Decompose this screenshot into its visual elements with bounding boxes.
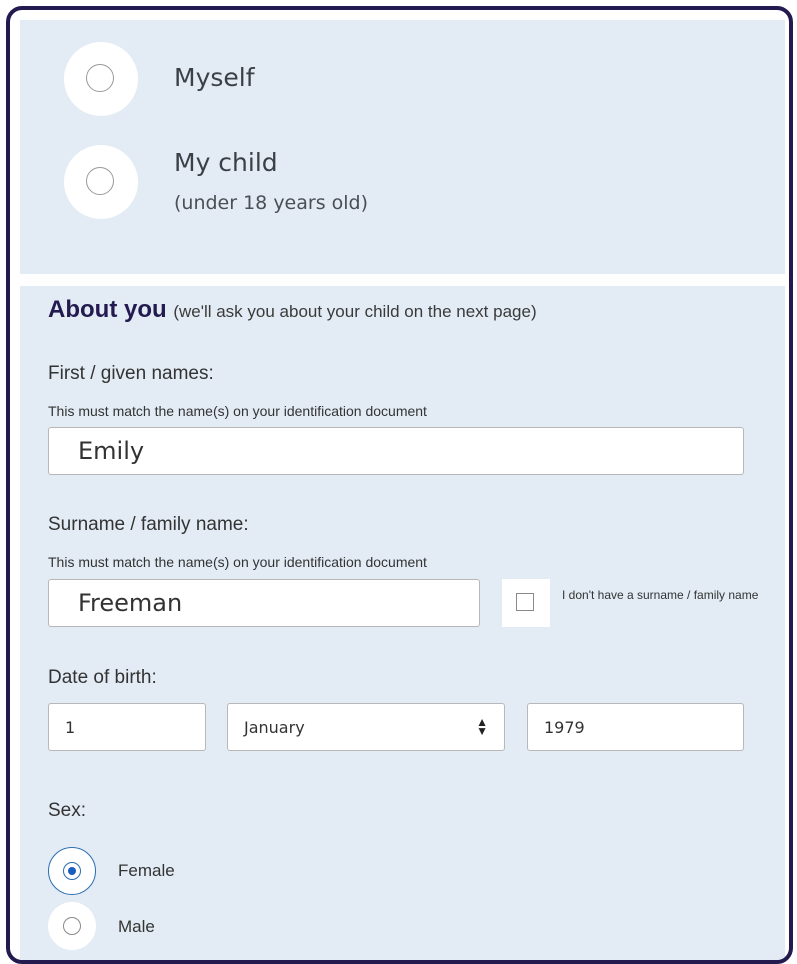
radio-female[interactable]: [48, 847, 96, 895]
female-label: Female: [118, 861, 175, 880]
select-updown-icon: ▲ ▼: [476, 715, 488, 738]
radio-my-child[interactable]: [64, 145, 138, 219]
surname-hint: This must match the name(s) on your iden…: [48, 554, 427, 570]
dob-day-value: 1: [65, 718, 76, 737]
first-name-hint: This must match the name(s) on your iden…: [48, 403, 427, 419]
section-title: About you (we'll ask you about your chil…: [48, 296, 537, 324]
male-label: Male: [118, 917, 155, 936]
radio-ring-icon: [86, 64, 114, 92]
no-surname-checkbox-area[interactable]: [502, 579, 550, 627]
first-name-label: First / given names:: [48, 363, 214, 384]
option-my-child-label: My child: [174, 148, 278, 177]
radio-male[interactable]: [48, 902, 96, 950]
radio-selected-icon: [63, 862, 81, 880]
radio-myself[interactable]: [64, 42, 138, 116]
first-name-value: Emily: [78, 437, 145, 465]
about-you-note: (we'll ask you about your child on the n…: [173, 302, 537, 321]
applicant-choice-panel: Myself My child (under 18 years old): [20, 20, 785, 274]
surname-input[interactable]: Freeman: [48, 579, 480, 627]
dob-day-input[interactable]: 1: [48, 703, 206, 751]
option-myself-label: Myself: [174, 63, 255, 92]
surname-label: Surname / family name:: [48, 514, 249, 535]
dob-label: Date of birth:: [48, 667, 157, 688]
no-surname-label: I don't have a surname / family name: [562, 588, 759, 602]
dob-year-input[interactable]: 1979: [527, 703, 744, 751]
form-frame: Myself My child (under 18 years old) Abo…: [6, 6, 793, 964]
about-you-heading: About you: [48, 296, 167, 323]
dob-month-select[interactable]: January ▲ ▼: [227, 703, 505, 751]
about-you-panel: About you (we'll ask you about your chil…: [20, 286, 785, 960]
dob-year-value: 1979: [544, 718, 585, 737]
radio-ring-icon: [86, 167, 114, 195]
first-name-input[interactable]: Emily: [48, 427, 744, 475]
dob-month-value: January: [244, 718, 305, 737]
surname-value: Freeman: [78, 589, 183, 617]
option-my-child-sublabel: (under 18 years old): [174, 192, 369, 214]
sex-label: Sex:: [48, 800, 87, 821]
radio-ring-icon: [63, 917, 81, 935]
no-surname-checkbox[interactable]: [516, 593, 534, 611]
